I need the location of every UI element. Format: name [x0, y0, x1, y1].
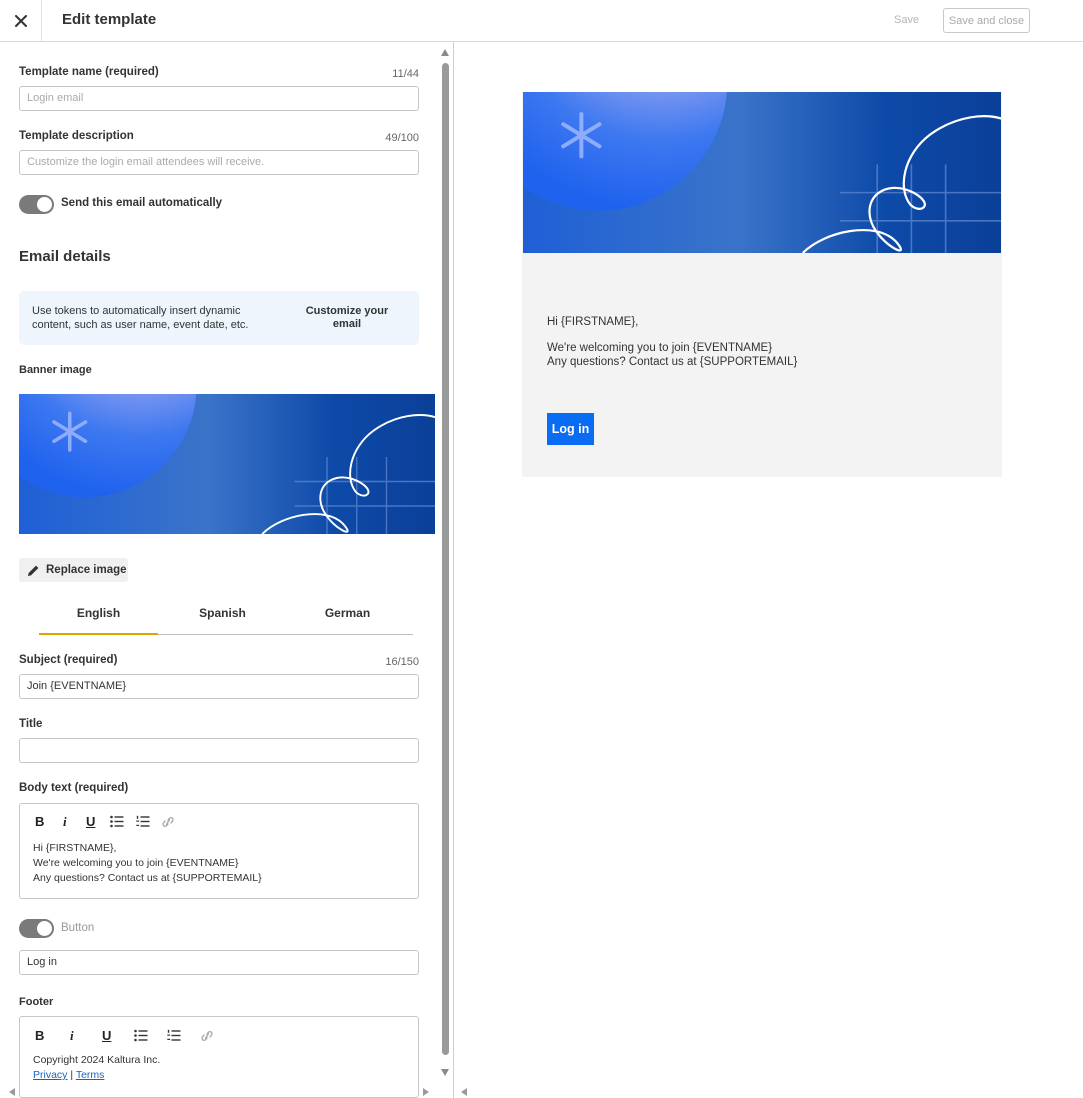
- preview-login-button[interactable]: Log in: [547, 413, 594, 445]
- button-toggle-label: Button: [61, 922, 95, 934]
- scroll-thumb[interactable]: [442, 63, 449, 1055]
- subject-counter: 16/150: [385, 656, 419, 668]
- footer-content: Copyright 2024 Kaltura Inc. Privacy | Te…: [33, 1053, 160, 1083]
- body-text-label: Body text (required): [19, 782, 129, 794]
- page-title: Edit template: [62, 11, 157, 28]
- scroll-down-arrow-icon[interactable]: [441, 1069, 449, 1076]
- preview-scroll-left-arrow-icon[interactable]: [461, 1088, 467, 1096]
- email-details-title: Email details: [19, 248, 111, 265]
- footer-label: Footer: [19, 996, 54, 1008]
- bold-icon[interactable]: B: [35, 1028, 44, 1043]
- tab-german[interactable]: German: [288, 600, 407, 635]
- banner-image: [19, 394, 435, 534]
- header: Edit template Save Save and close: [0, 0, 1083, 42]
- italic-icon[interactable]: i: [63, 814, 67, 830]
- subject-label: Subject (required): [19, 654, 118, 666]
- template-name-label: Template name (required): [19, 66, 159, 78]
- link-icon[interactable]: [200, 1030, 214, 1042]
- scroll-right-arrow-icon[interactable]: [423, 1088, 429, 1096]
- template-description-input[interactable]: Customize the login email attendees will…: [19, 150, 419, 175]
- template-description-counter: 49/100: [385, 132, 419, 144]
- privacy-link[interactable]: Privacy: [33, 1069, 67, 1081]
- token-info-box: Use tokens to automatically insert dynam…: [19, 291, 419, 345]
- body-line: We're welcoming you to join {EVENTNAME}: [33, 857, 239, 869]
- scroll-left-arrow-icon[interactable]: [9, 1088, 15, 1096]
- template-form-panel: Template name (required) 11/44 Login ema…: [0, 42, 453, 1098]
- tab-spanish[interactable]: Spanish: [163, 600, 282, 635]
- banner-image-label: Banner image: [19, 364, 92, 376]
- pencil-icon: [28, 565, 39, 576]
- save-and-close-button[interactable]: Save and close: [943, 8, 1030, 33]
- preview-greeting: Hi {FIRSTNAME},: [547, 316, 639, 328]
- customize-email-link[interactable]: Customize your email: [302, 305, 392, 331]
- subject-input[interactable]: Join {EVENTNAME}: [19, 674, 419, 699]
- replace-image-label: Replace image: [46, 564, 127, 576]
- bullet-list-icon[interactable]: [110, 815, 124, 828]
- close-button[interactable]: [0, 0, 42, 41]
- terms-link[interactable]: Terms: [76, 1069, 105, 1081]
- close-icon: [14, 14, 27, 27]
- tab-english[interactable]: English: [39, 600, 158, 635]
- preview-banner-image: [523, 92, 1001, 253]
- numbered-list-icon[interactable]: [136, 815, 150, 828]
- auto-send-label: Send this email automatically: [61, 197, 223, 209]
- footer-links: Privacy | Terms: [33, 1068, 160, 1083]
- save-button[interactable]: Save: [894, 14, 919, 26]
- bullet-list-icon[interactable]: [134, 1029, 148, 1042]
- bold-icon[interactable]: B: [35, 814, 44, 829]
- template-description-label: Template description: [19, 130, 134, 142]
- template-name-input[interactable]: Login email: [19, 86, 419, 111]
- panel-divider: [453, 42, 454, 1098]
- title-label: Title: [19, 718, 43, 730]
- footer-separator: |: [70, 1069, 74, 1081]
- language-tabs: English Spanish German: [39, 600, 413, 635]
- auto-send-toggle[interactable]: [19, 195, 54, 214]
- toggle-knob: [37, 197, 52, 212]
- body-text-editor[interactable]: B i U Hi {FIRSTNAME}, We're welcoming yo…: [19, 803, 419, 899]
- footer-editor[interactable]: B i U Copyright 2024 Kaltura Inc. Privac…: [19, 1016, 419, 1098]
- italic-icon[interactable]: i: [70, 1028, 74, 1044]
- template-name-counter: 11/44: [392, 68, 419, 80]
- footer-toolbar: B i U: [20, 1017, 418, 1047]
- body-line: Hi {FIRSTNAME},: [33, 842, 117, 854]
- body-text-content: Hi {FIRSTNAME}, We're welcoming you to j…: [33, 841, 262, 886]
- token-info-text: Use tokens to automatically insert dynam…: [32, 305, 249, 331]
- button-text-input[interactable]: Log in: [19, 950, 419, 975]
- numbered-list-icon[interactable]: [167, 1029, 181, 1042]
- body-line: Any questions? Contact us at {SUPPORTEMA…: [33, 872, 262, 884]
- scroll-up-arrow-icon[interactable]: [441, 49, 449, 56]
- preview-line: We're welcoming you to join {EVENTNAME}: [547, 342, 773, 354]
- link-icon[interactable]: [161, 816, 175, 828]
- toggle-knob: [37, 921, 52, 936]
- title-input[interactable]: [19, 738, 419, 763]
- button-toggle[interactable]: [19, 919, 54, 938]
- footer-copyright: Copyright 2024 Kaltura Inc.: [33, 1054, 161, 1066]
- email-preview: Hi {FIRSTNAME}, We're welcoming you to j…: [522, 92, 1002, 477]
- preview-line: Any questions? Contact us at {SUPPORTEMA…: [547, 356, 798, 368]
- replace-image-button[interactable]: Replace image: [19, 558, 128, 582]
- underline-icon[interactable]: U: [86, 814, 95, 829]
- underline-icon[interactable]: U: [102, 1028, 111, 1043]
- preview-body: Hi {FIRSTNAME}, We're welcoming you to j…: [547, 315, 797, 369]
- body-toolbar: B i U: [20, 804, 418, 834]
